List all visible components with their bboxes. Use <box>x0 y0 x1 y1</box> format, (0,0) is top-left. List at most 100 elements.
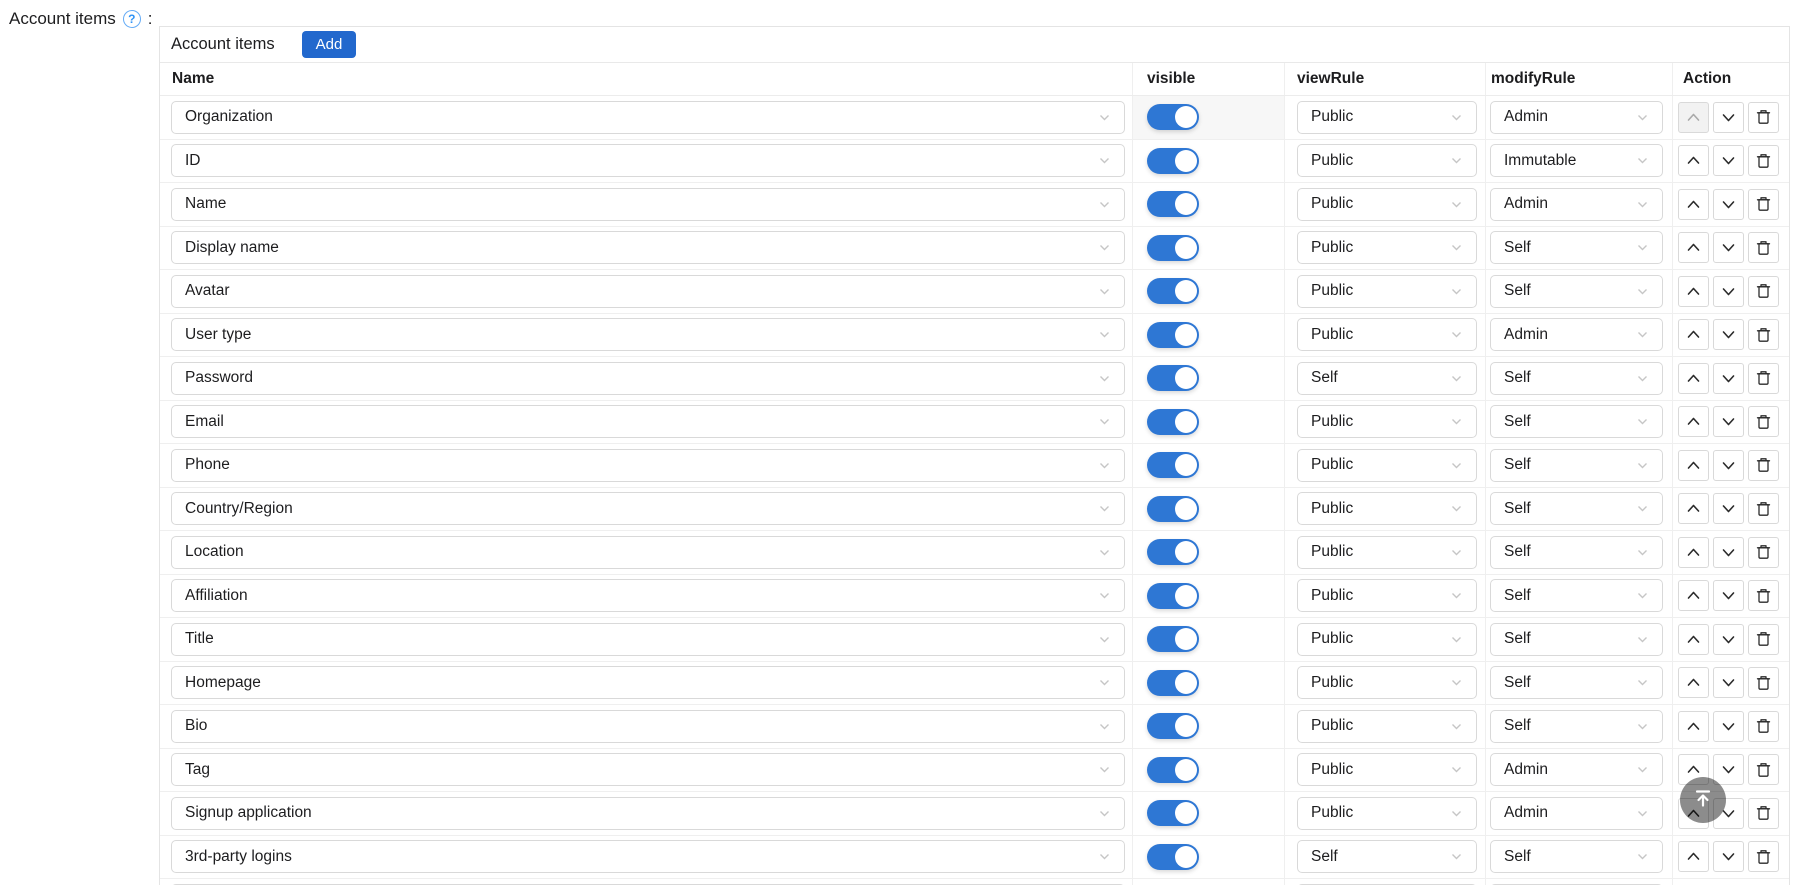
viewrule-select[interactable]: Public <box>1297 666 1477 699</box>
delete-button[interactable] <box>1748 711 1779 742</box>
name-select[interactable]: Signup application <box>171 797 1125 830</box>
viewrule-select[interactable]: Public <box>1297 536 1477 569</box>
move-up-button[interactable] <box>1678 232 1709 263</box>
question-circle-icon[interactable]: ? <box>123 10 141 28</box>
visible-toggle[interactable] <box>1147 757 1199 783</box>
delete-button[interactable] <box>1748 406 1779 437</box>
viewrule-select[interactable]: Public <box>1297 579 1477 612</box>
move-up-button[interactable] <box>1678 145 1709 176</box>
modifyrule-select[interactable]: Self <box>1490 362 1663 395</box>
modifyrule-select[interactable]: Self <box>1490 710 1663 743</box>
delete-button[interactable] <box>1748 319 1779 350</box>
visible-toggle[interactable] <box>1147 104 1199 130</box>
viewrule-select[interactable]: Public <box>1297 753 1477 786</box>
move-up-button[interactable] <box>1678 667 1709 698</box>
move-down-button[interactable] <box>1713 406 1744 437</box>
move-down-button[interactable] <box>1713 841 1744 872</box>
name-select[interactable]: Display name <box>171 231 1125 264</box>
move-down-button[interactable] <box>1713 711 1744 742</box>
modifyrule-select[interactable]: Self <box>1490 275 1663 308</box>
modifyrule-select[interactable]: Self <box>1490 405 1663 438</box>
move-up-button[interactable] <box>1678 319 1709 350</box>
name-select[interactable]: Title <box>171 623 1125 656</box>
delete-button[interactable] <box>1748 145 1779 176</box>
move-up-button[interactable] <box>1678 580 1709 611</box>
modifyrule-select[interactable]: Admin <box>1490 797 1663 830</box>
viewrule-select[interactable]: Public <box>1297 188 1477 221</box>
move-up-button[interactable] <box>1678 276 1709 307</box>
name-select[interactable]: Password <box>171 362 1125 395</box>
delete-button[interactable] <box>1748 363 1779 394</box>
name-select[interactable]: User type <box>171 318 1125 351</box>
visible-toggle[interactable] <box>1147 583 1199 609</box>
move-down-button[interactable] <box>1713 537 1744 568</box>
name-select[interactable]: 3rd-party logins <box>171 840 1125 873</box>
delete-button[interactable] <box>1748 493 1779 524</box>
visible-toggle[interactable] <box>1147 800 1199 826</box>
viewrule-select[interactable]: Public <box>1297 101 1477 134</box>
viewrule-select[interactable]: Public <box>1297 231 1477 264</box>
move-up-button[interactable] <box>1678 363 1709 394</box>
move-down-button[interactable] <box>1713 493 1744 524</box>
delete-button[interactable] <box>1748 754 1779 785</box>
back-to-top-button[interactable] <box>1680 777 1726 823</box>
delete-button[interactable] <box>1748 537 1779 568</box>
modifyrule-select[interactable]: Self <box>1490 623 1663 656</box>
visible-toggle[interactable] <box>1147 452 1199 478</box>
move-down-button[interactable] <box>1713 754 1744 785</box>
move-up-button[interactable] <box>1678 711 1709 742</box>
delete-button[interactable] <box>1748 580 1779 611</box>
modifyrule-select[interactable]: Self <box>1490 666 1663 699</box>
move-up-button[interactable] <box>1678 841 1709 872</box>
viewrule-select[interactable]: Self <box>1297 362 1477 395</box>
delete-button[interactable] <box>1748 841 1779 872</box>
move-down-button[interactable] <box>1713 580 1744 611</box>
delete-button[interactable] <box>1748 102 1779 133</box>
visible-toggle[interactable] <box>1147 496 1199 522</box>
modifyrule-select[interactable]: Self <box>1490 492 1663 525</box>
visible-toggle[interactable] <box>1147 148 1199 174</box>
modifyrule-select[interactable]: Admin <box>1490 188 1663 221</box>
name-select[interactable]: Avatar <box>171 275 1125 308</box>
visible-toggle[interactable] <box>1147 322 1199 348</box>
viewrule-select[interactable]: Public <box>1297 144 1477 177</box>
visible-toggle[interactable] <box>1147 539 1199 565</box>
modifyrule-select[interactable]: Admin <box>1490 318 1663 351</box>
name-select[interactable]: Country/Region <box>171 492 1125 525</box>
visible-toggle[interactable] <box>1147 626 1199 652</box>
move-up-button[interactable] <box>1678 624 1709 655</box>
modifyrule-select[interactable]: Admin <box>1490 101 1663 134</box>
viewrule-select[interactable]: Self <box>1297 840 1477 873</box>
name-select[interactable]: Tag <box>171 753 1125 786</box>
delete-button[interactable] <box>1748 189 1779 220</box>
move-down-button[interactable] <box>1713 319 1744 350</box>
move-down-button[interactable] <box>1713 363 1744 394</box>
visible-toggle[interactable] <box>1147 365 1199 391</box>
name-select[interactable]: Email <box>171 405 1125 438</box>
move-down-button[interactable] <box>1713 624 1744 655</box>
delete-button[interactable] <box>1748 667 1779 698</box>
move-down-button[interactable] <box>1713 667 1744 698</box>
visible-toggle[interactable] <box>1147 713 1199 739</box>
name-select[interactable]: ID <box>171 144 1125 177</box>
visible-toggle[interactable] <box>1147 278 1199 304</box>
viewrule-select[interactable]: Public <box>1297 623 1477 656</box>
modifyrule-select[interactable]: Immutable <box>1490 144 1663 177</box>
viewrule-select[interactable]: Public <box>1297 275 1477 308</box>
name-select[interactable]: Bio <box>171 710 1125 743</box>
move-up-button[interactable] <box>1678 189 1709 220</box>
delete-button[interactable] <box>1748 450 1779 481</box>
name-select[interactable]: Homepage <box>171 666 1125 699</box>
move-down-button[interactable] <box>1713 450 1744 481</box>
name-select[interactable]: Name <box>171 188 1125 221</box>
name-select[interactable]: Affiliation <box>171 579 1125 612</box>
viewrule-select[interactable]: Public <box>1297 710 1477 743</box>
name-select[interactable]: Phone <box>171 449 1125 482</box>
move-up-button[interactable] <box>1678 493 1709 524</box>
move-down-button[interactable] <box>1713 276 1744 307</box>
modifyrule-select[interactable]: Self <box>1490 231 1663 264</box>
move-up-button[interactable] <box>1678 450 1709 481</box>
name-select[interactable]: Organization <box>171 101 1125 134</box>
move-up-button[interactable] <box>1678 537 1709 568</box>
viewrule-select[interactable]: Public <box>1297 405 1477 438</box>
